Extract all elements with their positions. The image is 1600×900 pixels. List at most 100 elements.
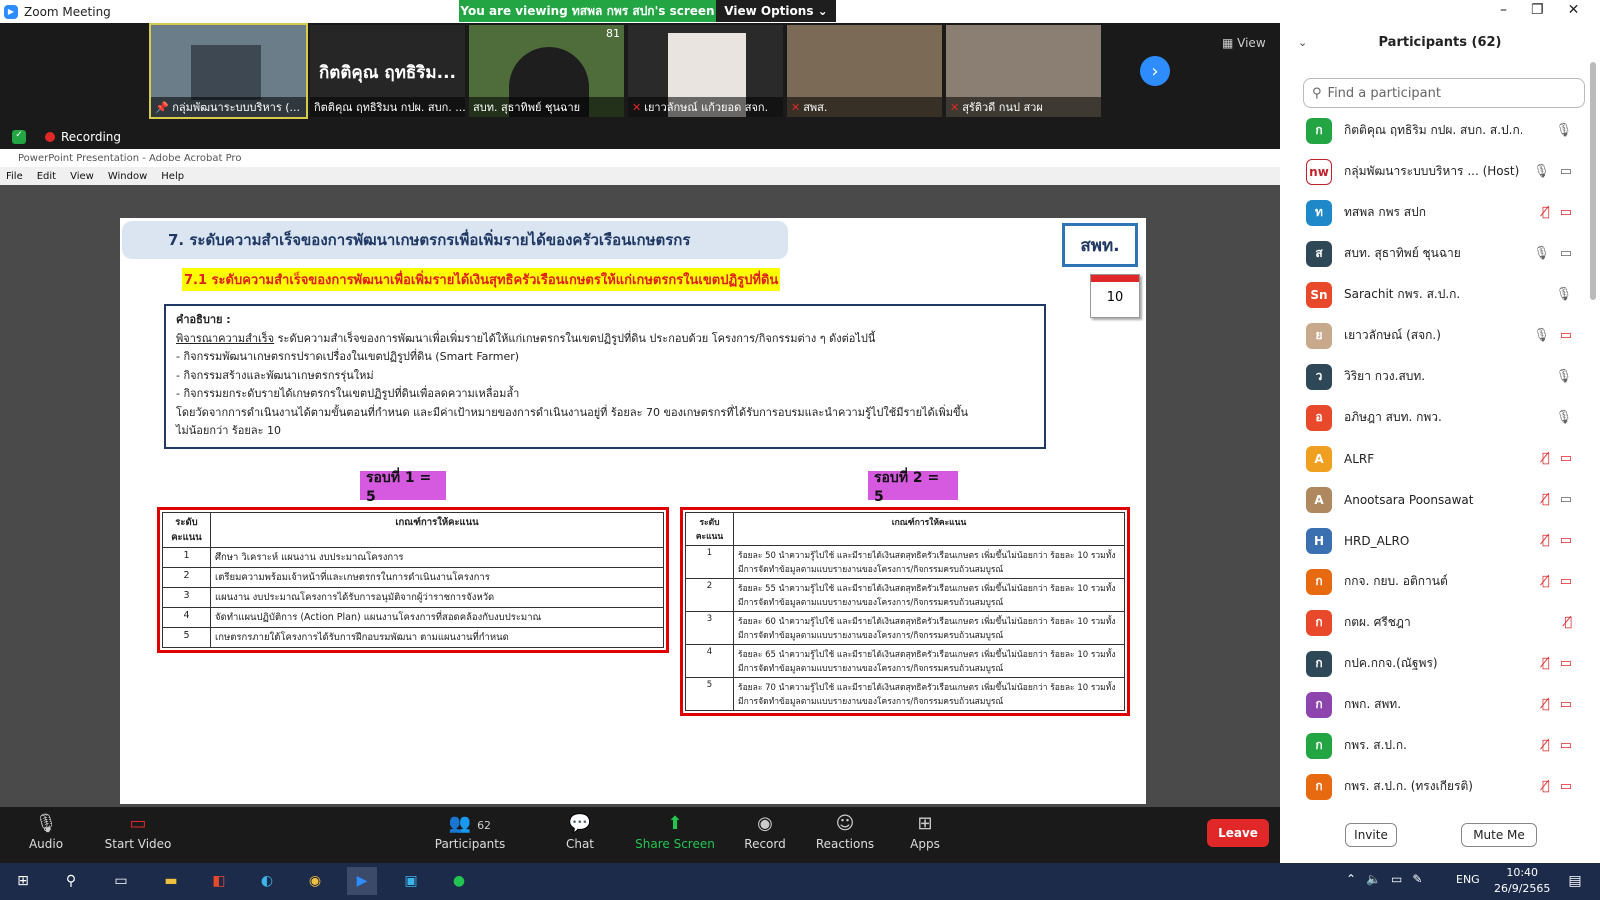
table-row: 2 ร้อยละ 55 นำความรู้ไปใช้ และมีรายได้เงิ… (685, 578, 1125, 612)
participant-row[interactable]: ว วิริยา กวง.สบท. 🎙 (1280, 356, 1580, 397)
mic-muted-icon: ✕ (632, 101, 642, 114)
participant-row[interactable]: ก กกจ. กยบ. อติกานต์ 🎙̸ ▭ (1280, 561, 1580, 602)
table-cell: ร้อยละ 60 นำความรู้ไปใช้ และมีรายได้เงิน… (733, 611, 1125, 645)
mic-muted-icon: 🎙̸ (1541, 492, 1550, 507)
video-tile[interactable]: 📌 กลุ่มพัฒนาระบบบริหาร (... (149, 23, 308, 119)
participant-row[interactable]: ก กตผ. ศรีชฎา 🎙̸ (1280, 602, 1580, 643)
slide-heading: 7. ระดับความสำเร็จของการพัฒนาเกษตรกรเพื่… (122, 221, 788, 259)
line-icon[interactable]: ● (444, 867, 474, 895)
share-label: Share Screen (635, 837, 715, 851)
apps-button[interactable]: ⊞ Apps (885, 813, 965, 851)
video-tile[interactable]: ✕ เยาวลักษณ์ แก้วยอด สจก. (628, 25, 783, 117)
minimize-icon[interactable]: – (1500, 2, 1507, 18)
participant-row[interactable]: nw กลุ่มพัฒนาระบบบริหาร ... (Host) 🎙 ▭ (1280, 151, 1580, 192)
file-explorer-icon[interactable]: ▭ (106, 867, 136, 895)
search-icon: ⚲ (1312, 85, 1322, 101)
chat-button[interactable]: 💬 Chat (540, 813, 620, 851)
tile-label: เยาวลักษณ์ แก้วยอด สจก. (644, 101, 769, 114)
video-off-icon: ▭ (1559, 779, 1572, 794)
participant-row[interactable]: A ALRF 🎙̸ ▭ (1280, 438, 1580, 479)
clock-time: 10:40 (1506, 866, 1539, 879)
table-cell: 4 (685, 644, 734, 678)
view-options-button[interactable]: View Options ⌄ (716, 0, 836, 22)
reactions-button[interactable]: ☺ Reactions (805, 813, 885, 851)
chrome-icon[interactable]: ◉ (300, 867, 330, 895)
edge-icon[interactable]: ◐ (252, 867, 282, 895)
table-row: 3 ร้อยละ 60 นำความรู้ไปใช้ และมีรายได้เงิ… (685, 611, 1125, 645)
participant-avatar: ท (1306, 199, 1332, 226)
menu-edit[interactable]: Edit (37, 171, 56, 182)
search-placeholder: Find a participant (1327, 85, 1441, 101)
table-row: 1 ร้อยละ 50 นำความรู้ไปใช้ และมีรายได้เงิ… (685, 545, 1125, 579)
close-icon[interactable]: ✕ (1568, 2, 1580, 18)
participant-row[interactable]: ก กพร. ส.ป.ก. 🎙̸ ▭ (1280, 725, 1580, 766)
maximize-icon[interactable]: ❐ (1531, 2, 1544, 18)
invite-button[interactable]: Invite (1345, 823, 1397, 847)
table-cell: ร้อยละ 55 นำความรู้ไปใช้ และมีรายได้เงิน… (733, 578, 1125, 612)
participant-name: ALRF (1344, 451, 1375, 466)
microphone-icon: 🎙 (1555, 369, 1572, 384)
video-tile[interactable]: ✕ สุรัติวดี กนป สวผ (946, 25, 1101, 117)
table-header: เกณฑ์การให้คะแนน (210, 512, 664, 548)
recording-indicator[interactable]: Recording (45, 130, 121, 144)
video-tile[interactable]: กิตติคุณ ฤทธิริม... กิตติคุณ ฤทธิริมน กป… (310, 25, 465, 117)
pen-icon[interactable]: ✎ (1412, 872, 1422, 886)
audio-button[interactable]: 🎙 Audio (6, 813, 86, 851)
menu-file[interactable]: File (6, 171, 23, 182)
office-icon[interactable]: ◧ (204, 867, 234, 895)
round-1-label: รอบที่ 1 = 5 (360, 470, 446, 505)
participant-avatar: ก (1306, 773, 1332, 800)
calendar-number: 10 (1106, 290, 1124, 305)
menu-view[interactable]: View (70, 171, 94, 182)
participant-status-icons: 🎙 ▭ (1522, 328, 1572, 343)
chevron-up-icon[interactable]: ⌃ (1346, 872, 1356, 886)
participant-name: กพร. ส.ป.ก. (ทรงเกียรติ) (1344, 779, 1473, 793)
photos-icon[interactable]: ▣ (396, 867, 426, 895)
participant-status-icons: 🎙̸ ▭ (1522, 574, 1572, 589)
view-button[interactable]: ▦ View (1222, 36, 1266, 50)
menu-window[interactable]: Window (108, 171, 147, 182)
participants-button[interactable]: 👥 62 Participants (430, 813, 510, 851)
find-participant-input[interactable]: ⚲ Find a participant (1303, 78, 1585, 108)
pin-icon: 📌 (155, 101, 173, 114)
participant-row[interactable]: ก กพร. ส.ป.ก. (ทรงเกียรติ) 🎙̸ ▭ (1280, 766, 1580, 807)
participant-row[interactable]: ท ทสพล กพร สปก 🎙̸ ▭ (1280, 192, 1580, 233)
mute-me-button[interactable]: Mute Me (1461, 823, 1537, 847)
volume-icon[interactable]: 🔈 (1366, 872, 1381, 886)
video-tile[interactable]: ✕ สพส. (787, 25, 942, 117)
share-screen-button[interactable]: ⬆ Share Screen (635, 813, 715, 851)
network-icon[interactable]: ▭ (1391, 872, 1402, 886)
start-menu-icon[interactable]: ⊞ (8, 867, 38, 895)
participant-status-icons: 🎙̸ ▭ (1522, 656, 1572, 671)
start-video-button[interactable]: ▭ Start Video (98, 813, 178, 851)
table-row: 2 เตรียมความพร้อมเจ้าหน้าที่และเกษตรกรในก… (162, 567, 664, 588)
menu-help[interactable]: Help (161, 171, 184, 182)
clock[interactable]: 10:40 26/9/2565 (1494, 865, 1550, 897)
participant-row[interactable]: A Anootsara Poonsawat 🎙̸ ▭ (1280, 479, 1580, 520)
video-tile[interactable]: 81 สบท. สุธาทิพย์ ชุนฉาย (469, 25, 624, 117)
participant-row[interactable]: ยเยาวลักษณ์ (สจก.) 🎙 ▭ (1280, 315, 1580, 356)
table-header: ระดับ คะแนน (162, 512, 211, 548)
participant-scrollbar[interactable] (1590, 62, 1596, 300)
participant-row[interactable]: ก กปค.กกจ.(ณัฐพร) 🎙̸ ▭ (1280, 643, 1580, 684)
unit-badge: สพท. (1062, 223, 1138, 267)
participant-row[interactable]: ก กพก. สพท. 🎙̸ ▭ (1280, 684, 1580, 725)
notification-icon[interactable]: ▤ (1560, 867, 1590, 895)
mic-muted-icon: 🎙̸ (1541, 574, 1550, 589)
language-indicator[interactable]: ENG (1456, 873, 1480, 886)
zoom-taskbar-icon[interactable]: ▶ (347, 867, 377, 895)
security-shield-icon[interactable]: ✓ (12, 130, 26, 144)
leave-button[interactable]: Leave (1207, 819, 1269, 847)
participant-row[interactable]: สสบท. สุธาทิพย์ ชุนฉาย 🎙 ▭ (1280, 233, 1580, 274)
participant-row[interactable]: ก กิตติคุณ ฤทธิริม กปผ. สบก. ส.ป.ก. (Me) 🎙 (1280, 110, 1580, 151)
participant-row[interactable]: H HRD_ALRO 🎙̸ ▭ (1280, 520, 1580, 561)
next-page-arrow-icon[interactable]: › (1140, 56, 1170, 86)
system-tray: ⌃ 🔈 ▭ ✎ (1346, 872, 1422, 886)
search-icon[interactable]: ⚲ (56, 867, 86, 895)
participant-row[interactable]: อ อภิษฎา สบท. กพว. 🎙 (1280, 397, 1580, 438)
folder-icon[interactable]: ▬ (156, 867, 186, 895)
record-button[interactable]: ◉ Record (725, 813, 805, 851)
microphone-icon: 🎙 (1555, 123, 1572, 138)
participant-name: กิตติคุณ ฤทธิริม กปผ. สบก. ส.ป.ก. (Me) (1344, 123, 1522, 137)
participant-row[interactable]: Sn Sarachit กพร. ส.ป.ก. 🎙 (1280, 274, 1580, 315)
